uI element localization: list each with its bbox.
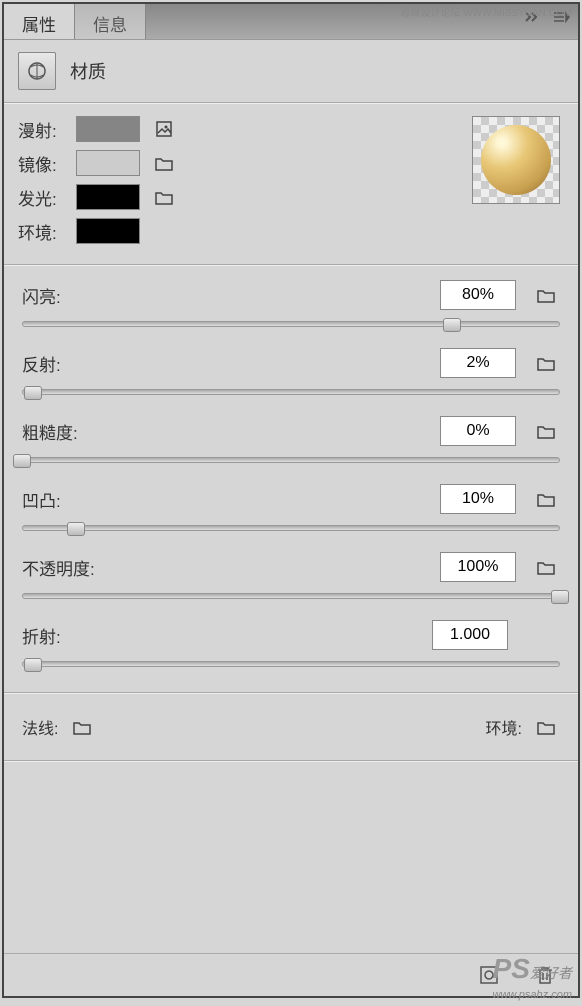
environment-item: 环境: [486, 714, 560, 740]
watermark-bottom: PS爱好者 www.psahz.com [493, 953, 572, 1001]
normal-label: 法线: [22, 715, 58, 739]
section-title: 材质 [70, 58, 106, 84]
ambient-swatch[interactable] [76, 218, 140, 244]
opacity-folder-icon[interactable] [532, 554, 560, 580]
normal-item: 法线: [22, 714, 96, 740]
opacity-value[interactable] [440, 552, 516, 582]
refraction-label: 折射: [22, 623, 61, 648]
reflection-slider[interactable] [22, 386, 560, 402]
roughness-label: 粗糙度: [22, 419, 78, 444]
color-section: 漫射: 镜像: 发光: 环境: [4, 104, 578, 264]
refraction-row: 折射: [22, 620, 560, 674]
roughness-row: 粗糙度: [22, 416, 560, 470]
refraction-value[interactable] [432, 620, 508, 650]
glow-folder-icon[interactable] [150, 184, 178, 210]
properties-panel: 属性 信息 材质 漫射: 镜像: [2, 2, 580, 998]
bottom-section: 法线: 环境: [4, 694, 578, 760]
environment-folder-icon[interactable] [532, 714, 560, 740]
glow-label: 发光: [18, 185, 66, 210]
opacity-label: 不透明度: [22, 555, 95, 580]
bump-row: 凹凸: [22, 484, 560, 538]
material-preview[interactable] [472, 116, 560, 204]
reflection-label: 反射: [22, 351, 61, 376]
glow-swatch[interactable] [76, 184, 140, 210]
opacity-row: 不透明度: [22, 552, 560, 606]
section-header: 材质 [4, 40, 578, 102]
material-icon[interactable] [18, 52, 56, 90]
refraction-slider[interactable] [22, 658, 560, 674]
bump-slider[interactable] [22, 522, 560, 538]
watermark-top: 思缘设计论坛 WWW.MISSYUAN.COM [400, 4, 572, 19]
bump-value[interactable] [440, 484, 516, 514]
specular-label: 镜像: [18, 151, 66, 176]
tab-info[interactable]: 信息 [75, 4, 146, 39]
specular-folder-icon[interactable] [150, 150, 178, 176]
ambient-row: 环境: [18, 218, 564, 244]
roughness-value[interactable] [440, 416, 516, 446]
roughness-slider[interactable] [22, 454, 560, 470]
shine-slider[interactable] [22, 318, 560, 334]
reflection-value[interactable] [440, 348, 516, 378]
opacity-slider[interactable] [22, 590, 560, 606]
tab-properties[interactable]: 属性 [4, 4, 75, 39]
diffuse-swatch[interactable] [76, 116, 140, 142]
normal-folder-icon[interactable] [68, 714, 96, 740]
shine-value[interactable] [440, 280, 516, 310]
shine-row: 闪亮: [22, 280, 560, 334]
reflection-row: 反射: [22, 348, 560, 402]
shine-folder-icon[interactable] [532, 282, 560, 308]
bump-folder-icon[interactable] [532, 486, 560, 512]
diffuse-texture-icon[interactable] [150, 116, 178, 142]
slider-section: 闪亮: 反射: [4, 266, 578, 692]
diffuse-label: 漫射: [18, 117, 66, 142]
ambient-label: 环境: [18, 219, 66, 244]
environment-label: 环境: [486, 715, 522, 739]
shine-label: 闪亮: [22, 283, 61, 308]
roughness-folder-icon[interactable] [532, 418, 560, 444]
specular-swatch[interactable] [76, 150, 140, 176]
bump-label: 凹凸: [22, 487, 61, 512]
reflection-folder-icon[interactable] [532, 350, 560, 376]
